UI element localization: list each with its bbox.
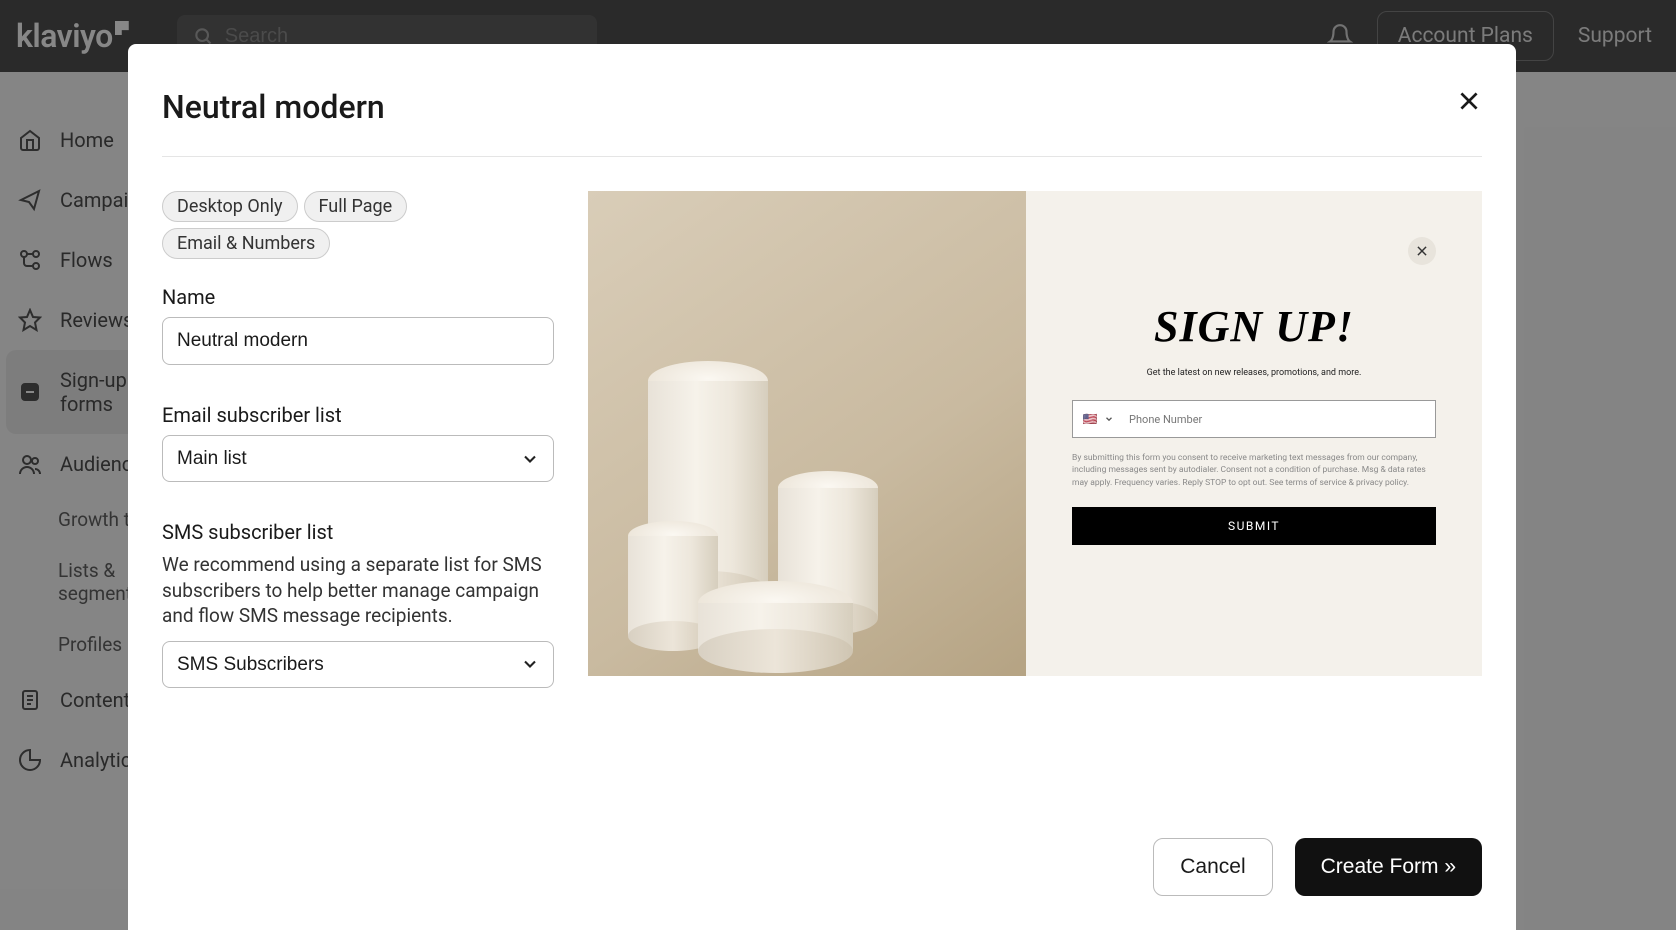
preview-phone-placeholder: Phone Number: [1123, 413, 1202, 426]
template-tags: Desktop Only Full Page Email & Numbers: [162, 191, 554, 259]
email-list-label: Email subscriber list: [162, 403, 554, 427]
tag-email-numbers: Email & Numbers: [162, 228, 330, 259]
cancel-button[interactable]: Cancel: [1153, 838, 1272, 896]
preview-country-selector[interactable]: 🇺🇸: [1073, 412, 1123, 426]
email-list-field-block: Email subscriber list Main list: [162, 403, 554, 482]
tag-desktop-only: Desktop Only: [162, 191, 298, 222]
modal-footer: Cancel Create Form »: [162, 794, 1482, 896]
close-icon: [1415, 244, 1429, 258]
preview-phone-input[interactable]: 🇺🇸 Phone Number: [1072, 400, 1436, 438]
sms-list-label: SMS subscriber list: [162, 520, 554, 544]
preview-close-button[interactable]: [1408, 237, 1436, 265]
sms-list-select[interactable]: SMS Subscribers: [162, 641, 554, 688]
create-form-modal: Neutral modern Desktop Only Full Page Em…: [128, 44, 1516, 930]
sms-list-description: We recommend using a separate list for S…: [162, 552, 554, 629]
modal-body: Desktop Only Full Page Email & Numbers N…: [162, 157, 1482, 794]
modal-header: Neutral modern: [162, 88, 1482, 157]
name-input[interactable]: [162, 317, 554, 365]
sms-list-field-block: SMS subscriber list We recommend using a…: [162, 520, 554, 688]
email-list-select[interactable]: Main list: [162, 435, 554, 482]
create-form-button[interactable]: Create Form »: [1295, 838, 1482, 896]
tag-full-page: Full Page: [304, 191, 408, 222]
name-label: Name: [162, 285, 554, 309]
close-icon[interactable]: [1456, 88, 1482, 114]
modal-title: Neutral modern: [162, 88, 385, 126]
form-preview: SIGN UP! Get the latest on new releases,…: [588, 191, 1482, 676]
chevron-down-icon: [1104, 414, 1114, 424]
preview-submit-button[interactable]: SUBMIT: [1072, 507, 1436, 545]
preview-title: SIGN UP!: [1072, 301, 1436, 352]
preview-disclaimer: By submitting this form you consent to r…: [1072, 452, 1436, 489]
flag-icon: 🇺🇸: [1083, 412, 1098, 426]
preview-form-panel: SIGN UP! Get the latest on new releases,…: [1026, 191, 1482, 676]
form-column: Desktop Only Full Page Email & Numbers N…: [162, 191, 554, 794]
preview-subtitle: Get the latest on new releases, promotio…: [1072, 368, 1436, 378]
preview-image: [588, 191, 1026, 676]
name-field-block: Name: [162, 285, 554, 365]
